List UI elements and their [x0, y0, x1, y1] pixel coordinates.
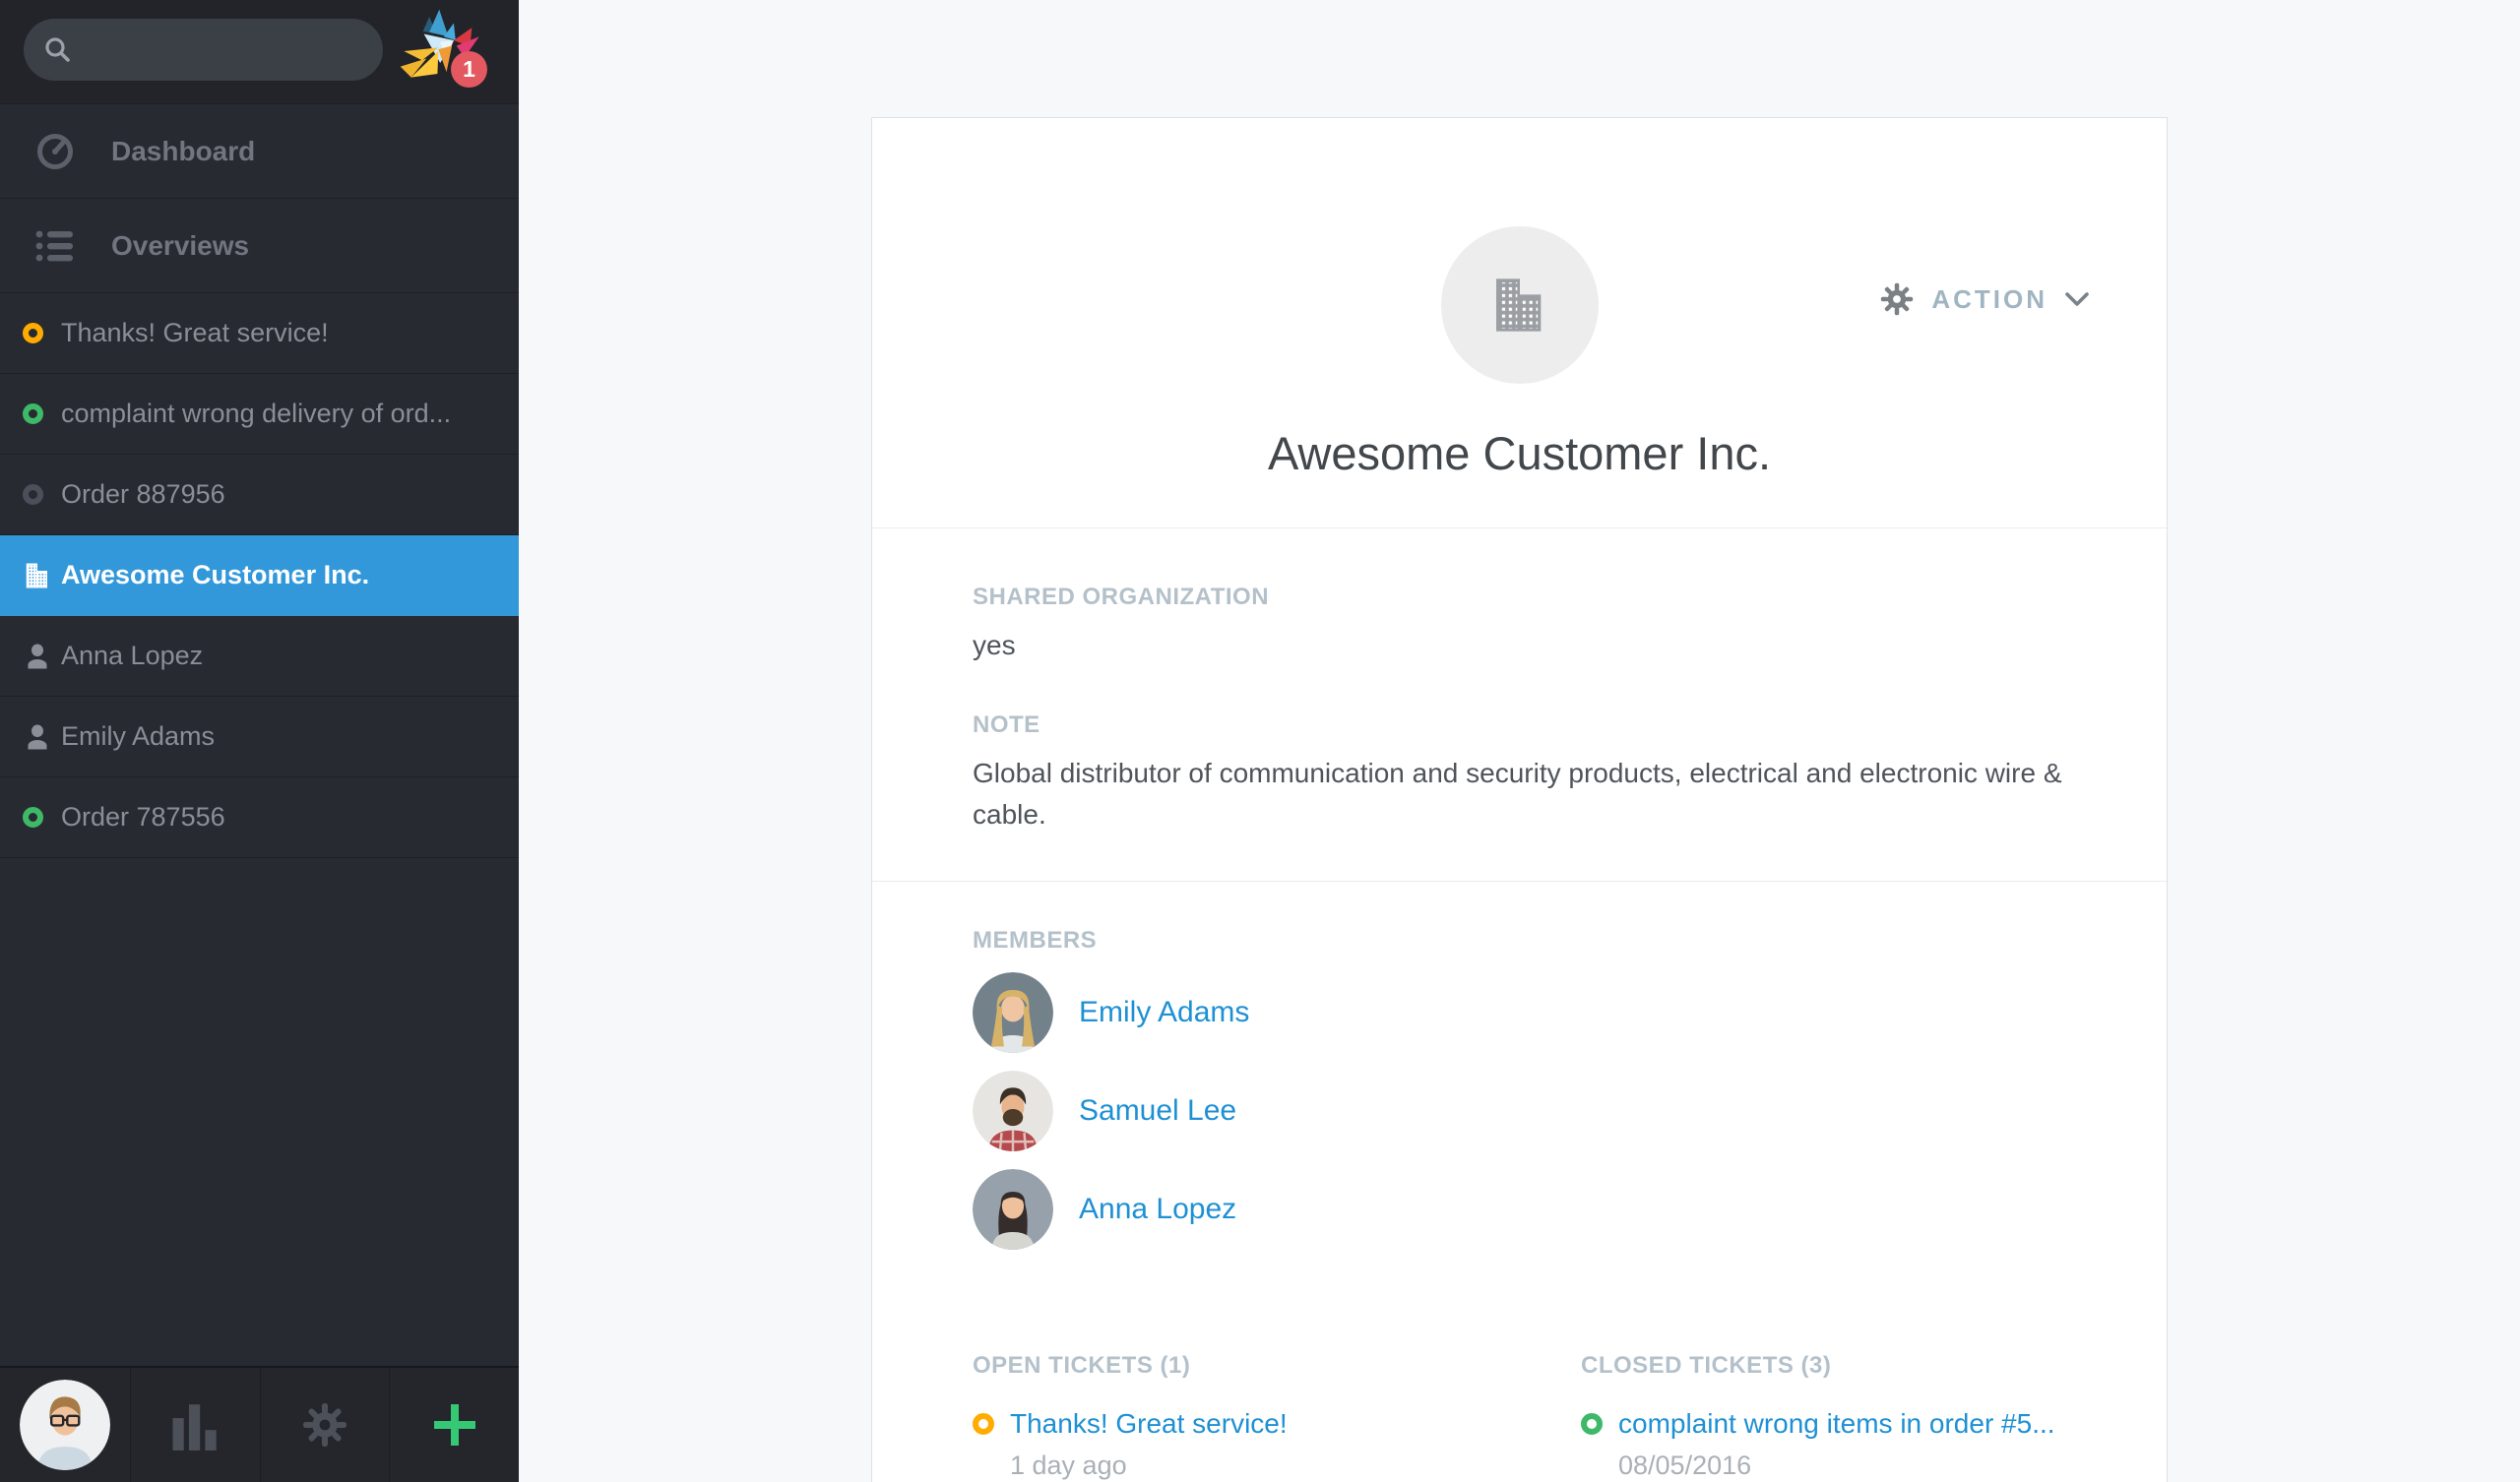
- field-value: Global distributor of communication and …: [973, 753, 2066, 835]
- plus-icon: [430, 1400, 479, 1450]
- field-shared-organization: SHARED ORGANIZATION yes: [973, 584, 2066, 666]
- search-box[interactable]: [24, 19, 383, 81]
- member-row-emily-adams[interactable]: Emily Adams: [973, 972, 2066, 1053]
- ticket-state-new-icon: [23, 484, 43, 505]
- sidebar-taskbar: [0, 1366, 519, 1482]
- member-link[interactable]: Anna Lopez: [1079, 1193, 1236, 1226]
- task-label: Order 887956: [61, 479, 235, 510]
- task-label: Order 787556: [61, 802, 235, 833]
- task-ticket-complaint-wrong-delivery[interactable]: complaint wrong delivery of ord...: [0, 374, 519, 455]
- zammad-app: 1 Dashboard: [0, 0, 2520, 1482]
- task-organization-awesome-customer[interactable]: Awesome Customer Inc.: [0, 535, 519, 616]
- member-link[interactable]: Samuel Lee: [1079, 1094, 1236, 1128]
- sidebar: 1 Dashboard: [0, 0, 519, 1482]
- task-label: Awesome Customer Inc.: [61, 560, 379, 590]
- anna-lopez-avatar: [973, 1169, 1053, 1250]
- open-tasks-list: Thanks! Great service! complaint wrong d…: [0, 293, 519, 858]
- new-ticket-button[interactable]: [389, 1368, 519, 1482]
- search-input[interactable]: [85, 33, 369, 66]
- content-area: ACTION: [519, 0, 2520, 1482]
- task-ticket-order-887956[interactable]: Order 887956: [0, 455, 519, 535]
- task-label: Thanks! Great service!: [61, 318, 339, 348]
- action-menu-button[interactable]: ACTION: [1879, 281, 2090, 317]
- open-tickets-label: OPEN TICKETS (1): [973, 1352, 1581, 1380]
- action-label: ACTION: [1931, 284, 2048, 315]
- members-label: MEMBERS: [973, 927, 2066, 955]
- user-icon: [23, 642, 61, 671]
- member-link[interactable]: Emily Adams: [1079, 996, 1249, 1029]
- settings-gear-icon: [301, 1401, 348, 1449]
- notification-badge: 1: [451, 51, 487, 88]
- bar-chart-icon: [171, 1399, 219, 1451]
- task-ticket-order-787556[interactable]: Order 787556: [0, 777, 519, 858]
- search-icon: [43, 35, 73, 65]
- field-note: NOTE Global distributor of communication…: [973, 711, 2066, 835]
- organization-header: ACTION: [872, 226, 2167, 528]
- organization-profile-card: ACTION: [871, 117, 2168, 1482]
- ticket-state-closed-icon: [23, 807, 43, 828]
- menu-label: Dashboard: [111, 136, 255, 167]
- members-section: MEMBERS: [872, 882, 2167, 1250]
- stats-button[interactable]: [130, 1368, 260, 1482]
- task-label: complaint wrong delivery of ord...: [61, 399, 461, 429]
- tickets-section: OPEN TICKETS (1) Thanks! Great service! …: [872, 1250, 2167, 1482]
- task-user-anna-lopez[interactable]: Anna Lopez: [0, 616, 519, 697]
- ticket-link[interactable]: complaint wrong items in order #5...: [1618, 1407, 2055, 1441]
- organization-building-icon: [23, 561, 61, 590]
- field-label: NOTE: [973, 711, 2066, 739]
- task-label: Anna Lopez: [61, 641, 213, 671]
- admin-settings-button[interactable]: [260, 1368, 390, 1482]
- ticket-state-closed-icon: [1581, 1413, 1603, 1435]
- organization-name: Awesome Customer Inc.: [872, 427, 2167, 480]
- gear-icon: [1879, 281, 1915, 317]
- menu-label: Overviews: [111, 230, 249, 262]
- sidebar-menu: Dashboard Overviews: [0, 104, 519, 293]
- user-profile-button[interactable]: [0, 1368, 130, 1482]
- ticket-timestamp: 1 day ago: [1010, 1451, 1288, 1481]
- field-value: yes: [973, 625, 2066, 666]
- sidebar-header: 1: [0, 0, 519, 104]
- closed-tickets-label: CLOSED TICKETS (3): [1581, 1352, 2108, 1380]
- building-icon: [1488, 274, 1551, 337]
- ticket-row-open: Thanks! Great service! 1 day ago: [973, 1407, 1581, 1481]
- dashboard-gauge-icon: [35, 132, 111, 171]
- task-user-emily-adams[interactable]: Emily Adams: [0, 697, 519, 777]
- closed-tickets-column: CLOSED TICKETS (3) complaint wrong items…: [1581, 1352, 2108, 1481]
- overviews-list-icon: [35, 229, 111, 263]
- ticket-state-open-icon: [973, 1413, 994, 1435]
- ticket-timestamp: 08/05/2016: [1618, 1451, 2055, 1481]
- samuel-lee-avatar: [973, 1071, 1053, 1151]
- open-tickets-column: OPEN TICKETS (1) Thanks! Great service! …: [973, 1352, 1581, 1481]
- ticket-link[interactable]: Thanks! Great service!: [1010, 1407, 1288, 1441]
- user-icon: [23, 722, 61, 752]
- sidebar-item-overviews[interactable]: Overviews: [0, 199, 519, 293]
- organization-avatar: [1441, 226, 1599, 384]
- organization-attributes: SHARED ORGANIZATION yes NOTE Global dist…: [872, 528, 2167, 882]
- sidebar-item-dashboard[interactable]: Dashboard: [0, 104, 519, 199]
- notifications-logo-button[interactable]: 1: [397, 6, 487, 96]
- field-label: SHARED ORGANIZATION: [973, 584, 2066, 611]
- member-row-samuel-lee[interactable]: Samuel Lee: [973, 1071, 2066, 1151]
- task-ticket-thanks-great-service[interactable]: Thanks! Great service!: [0, 293, 519, 374]
- chevron-down-icon: [2064, 291, 2090, 308]
- member-row-anna-lopez[interactable]: Anna Lopez: [973, 1169, 2066, 1250]
- ticket-state-open-icon: [23, 323, 43, 343]
- ticket-row-closed: complaint wrong items in order #5... 08/…: [1581, 1407, 2108, 1481]
- ticket-state-closed-icon: [23, 403, 43, 424]
- emily-adams-avatar: [973, 972, 1053, 1053]
- task-label: Emily Adams: [61, 721, 224, 752]
- agent-avatar: [20, 1380, 110, 1470]
